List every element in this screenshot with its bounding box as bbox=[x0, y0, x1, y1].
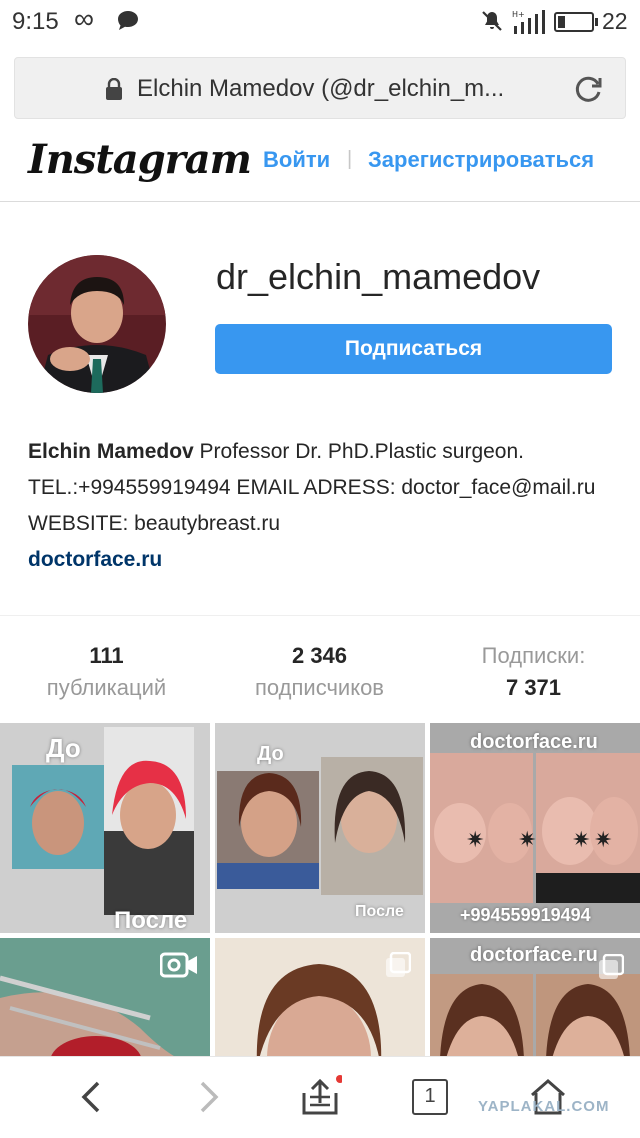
post-thumbnail[interactable]: До После bbox=[215, 723, 425, 933]
signal-icon: H+ bbox=[512, 10, 545, 34]
url-text[interactable]: Elchin Mamedov (@dr_elchin_m... bbox=[137, 75, 504, 103]
browser-bottom-nav: 1 bbox=[0, 1056, 640, 1138]
following-label: Подписки: bbox=[481, 643, 586, 668]
login-link[interactable]: Войти bbox=[263, 147, 330, 173]
svg-text:✷: ✷ bbox=[572, 827, 590, 852]
follow-button[interactable]: Подписаться bbox=[215, 324, 612, 374]
watermark-text: doctorface.ru bbox=[470, 944, 598, 966]
back-icon[interactable] bbox=[70, 1075, 114, 1119]
svg-text:✷: ✷ bbox=[518, 827, 536, 852]
site-watermark: YAPLAKAL.COM bbox=[478, 1098, 610, 1115]
followers-label: подписчиков bbox=[254, 675, 384, 700]
following-count: 7 371 bbox=[505, 675, 562, 700]
mute-icon bbox=[482, 11, 502, 31]
profile-stats: 111 публикаций 2 346 подписчиков Подписк… bbox=[0, 615, 640, 723]
header-separator: | bbox=[347, 148, 353, 170]
video-icon bbox=[160, 952, 197, 978]
avatar bbox=[28, 255, 166, 393]
watermark-text: doctorface.ru bbox=[470, 731, 598, 753]
followers-stat[interactable]: 2 346 подписчиков bbox=[213, 640, 426, 704]
after-label: После bbox=[114, 907, 188, 933]
followers-count: 2 346 bbox=[291, 643, 348, 668]
forward-icon[interactable] bbox=[186, 1075, 230, 1119]
loop-icon: ∞ bbox=[74, 3, 94, 34]
phone-text: +994559919494 bbox=[460, 905, 591, 925]
bio-website-link[interactable]: doctorface.ru bbox=[28, 542, 618, 578]
signup-link[interactable]: Зарегистрироваться bbox=[368, 147, 594, 173]
before-label: До bbox=[257, 743, 284, 765]
instagram-logo[interactable]: Instagram bbox=[28, 136, 252, 183]
lock-icon bbox=[106, 78, 122, 100]
profile-bio: Elchin Mamedov Professor Dr. PhD.Plastic… bbox=[28, 434, 618, 578]
post-thumbnail[interactable]: ✷ ✷ ✷ ✷ doctorface.ru +994559919494 bbox=[430, 723, 640, 933]
battery-percent: 22 bbox=[602, 8, 628, 34]
chat-icon bbox=[118, 11, 138, 30]
posts-label: публикаций bbox=[46, 675, 167, 700]
reload-icon[interactable] bbox=[574, 74, 604, 104]
carousel-icon bbox=[599, 954, 624, 979]
before-label: До bbox=[46, 733, 81, 763]
posts-stat: 111 публикаций bbox=[0, 640, 213, 704]
carousel-icon bbox=[386, 952, 411, 977]
following-stat[interactable]: Подписки: 7 371 bbox=[427, 640, 640, 704]
address-bar[interactable]: Elchin Mamedov (@dr_elchin_m... bbox=[14, 57, 626, 119]
svg-text:H+: H+ bbox=[512, 10, 525, 19]
battery-icon bbox=[554, 12, 598, 32]
after-label: После bbox=[355, 903, 404, 920]
post-thumbnail[interactable]: До После bbox=[0, 723, 210, 933]
bio-name: Elchin Mamedov bbox=[28, 440, 194, 463]
posts-count: 111 bbox=[89, 643, 124, 668]
svg-text:✷: ✷ bbox=[466, 827, 484, 852]
instagram-header: Instagram Войти | Зарегистрироваться bbox=[0, 130, 640, 202]
profile-username: dr_elchin_mamedov bbox=[216, 256, 541, 297]
tabs-button[interactable]: 1 bbox=[412, 1079, 448, 1115]
status-time: 9:15 bbox=[12, 8, 59, 35]
status-bar: 9:15 ∞ H+ 22 bbox=[0, 0, 640, 44]
svg-text:✷: ✷ bbox=[594, 827, 612, 852]
share-icon[interactable] bbox=[298, 1075, 342, 1119]
